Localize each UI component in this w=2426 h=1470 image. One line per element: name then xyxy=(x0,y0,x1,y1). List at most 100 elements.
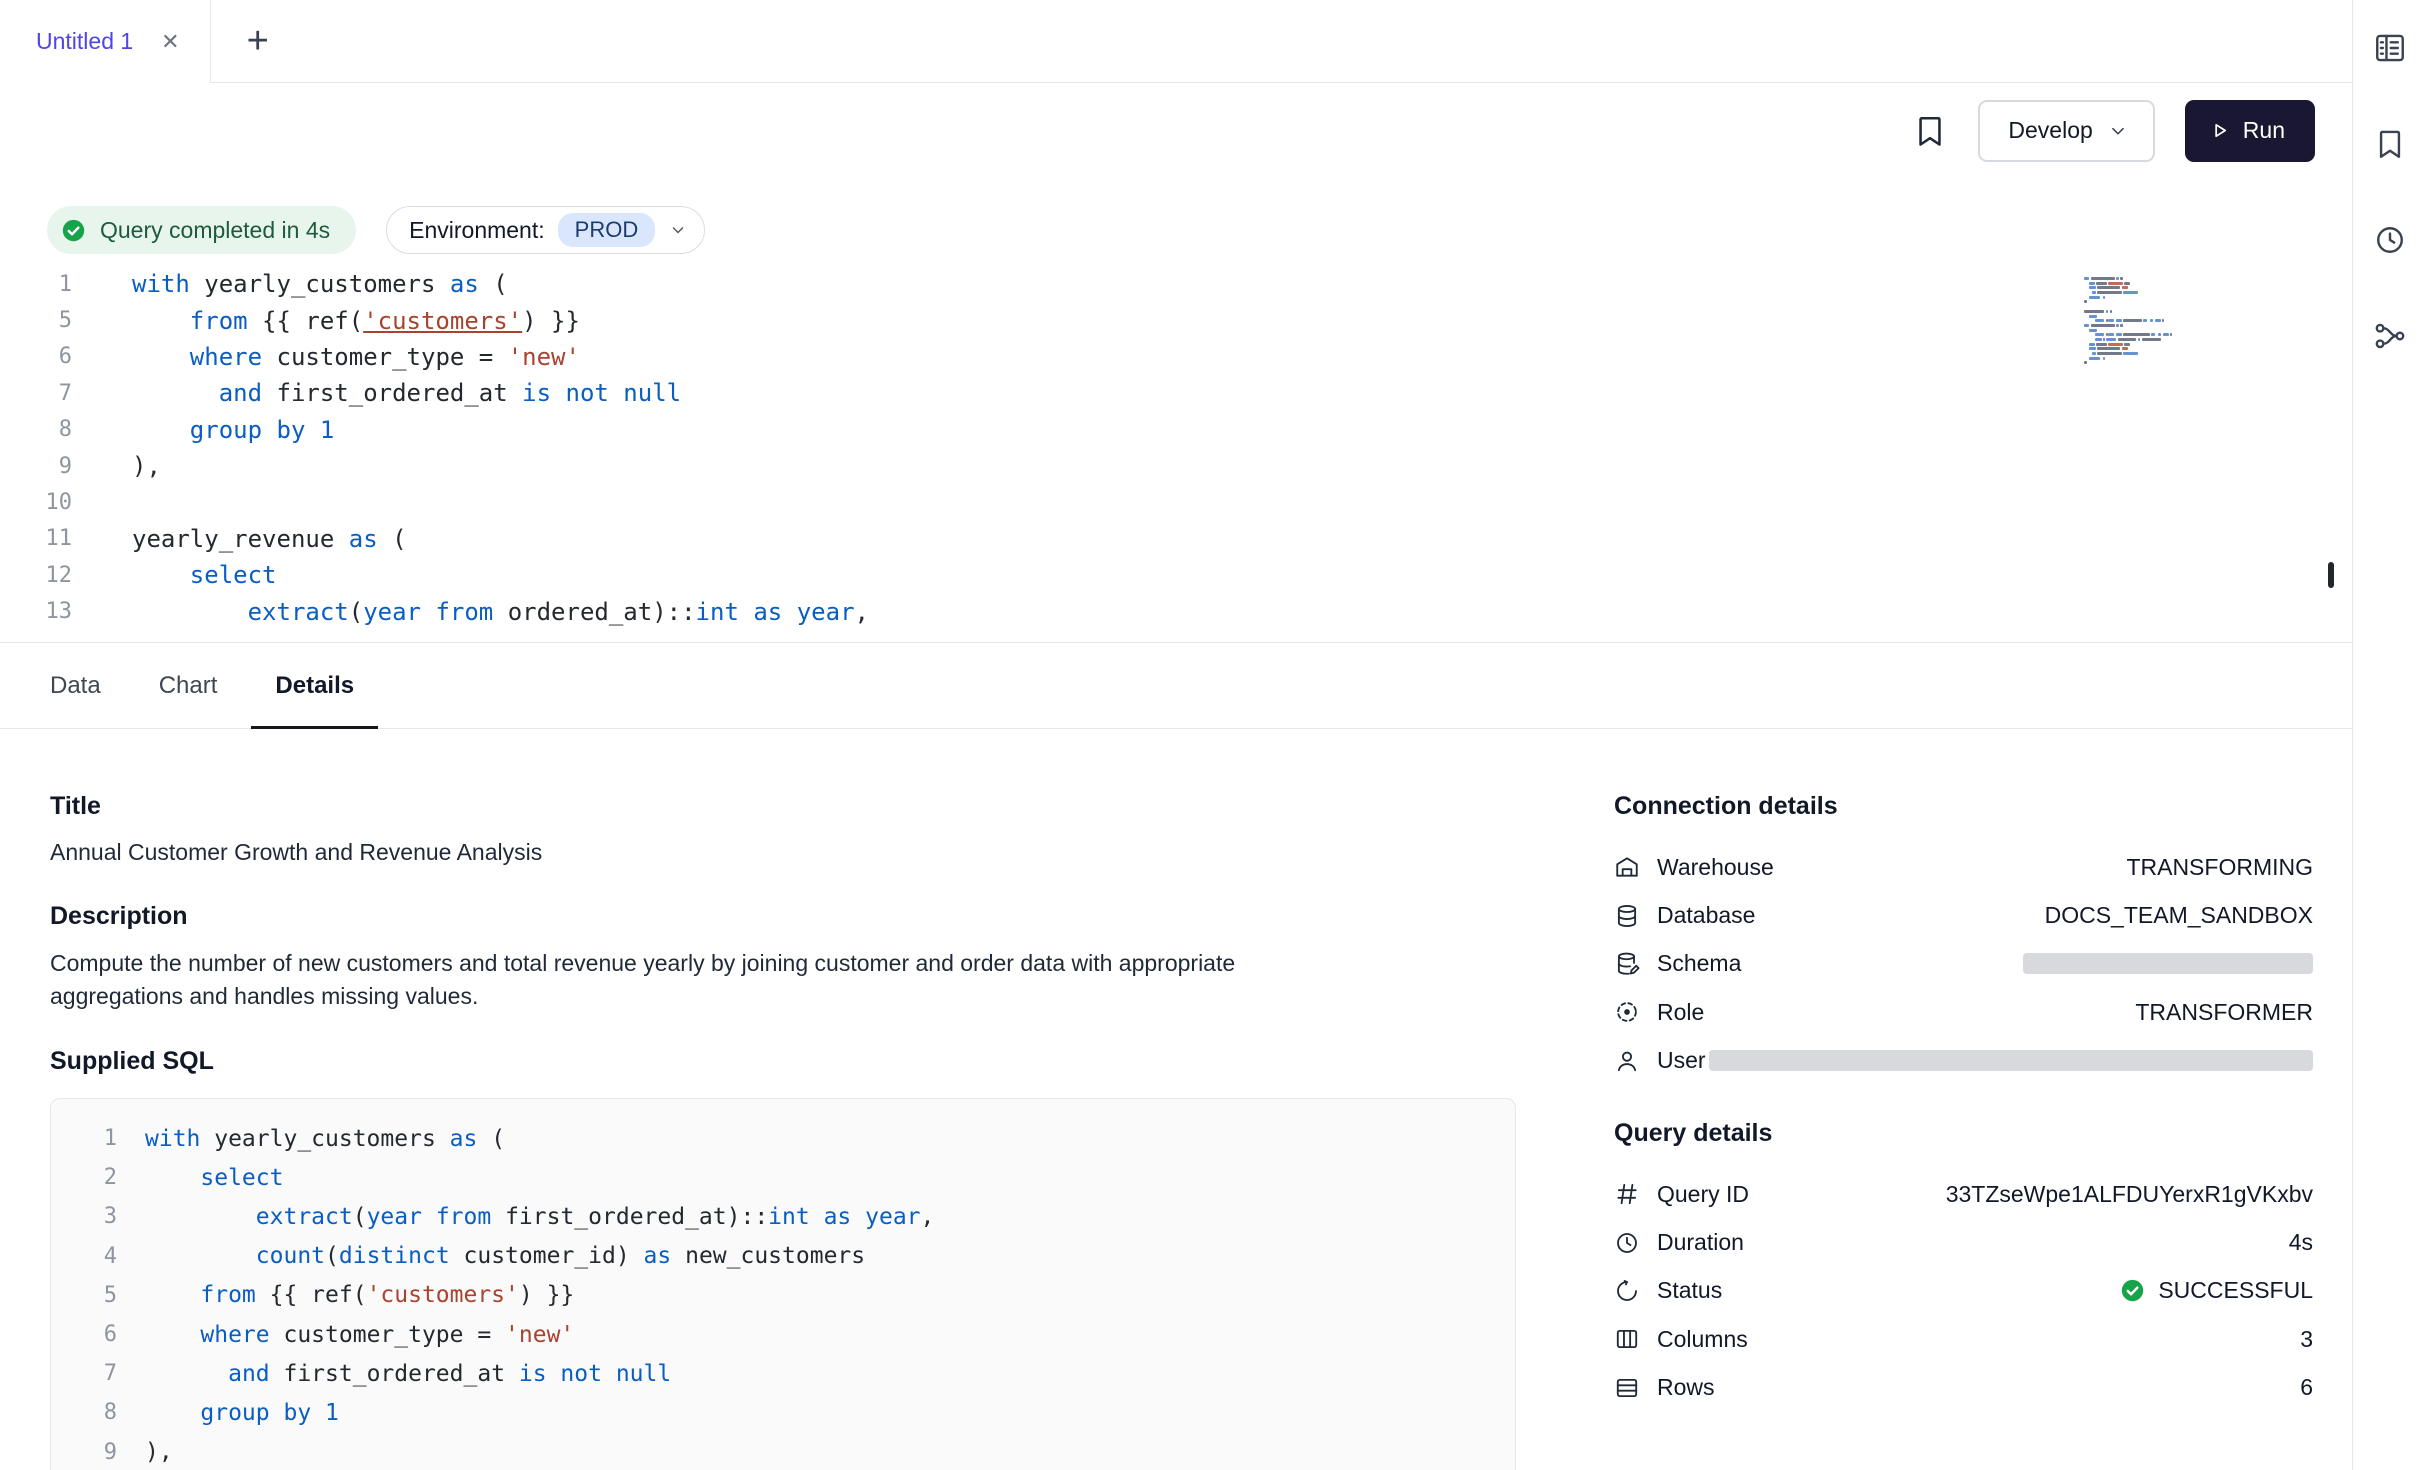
line-number: 7 xyxy=(0,381,72,406)
description-value: Compute the number of new customers and … xyxy=(50,947,1330,1013)
detail-label: Query ID xyxy=(1657,1181,1749,1208)
role-icon xyxy=(1614,999,1640,1025)
run-button[interactable]: Run xyxy=(2185,100,2315,162)
check-circle-icon xyxy=(60,217,87,244)
code-text: ), xyxy=(145,1439,173,1465)
environment-selector[interactable]: Environment: PROD xyxy=(386,206,705,254)
tab-chart[interactable]: Chart xyxy=(130,643,247,728)
detail-row: WarehouseTRANSFORMING xyxy=(1614,843,2313,891)
line-number: 9 xyxy=(77,1440,117,1465)
detail-value: 3 xyxy=(2300,1326,2313,1353)
query-status-badge: Query completed in 4s xyxy=(47,206,356,254)
code-text: extract(year from ordered_at)::int as ye… xyxy=(132,598,869,626)
code-line: 7 and first_ordered_at is not null xyxy=(0,375,2352,411)
code-text: where customer_type = 'new' xyxy=(132,343,580,371)
chevron-down-icon xyxy=(668,220,688,240)
code-line: 1 with yearly_customers as ( xyxy=(0,266,2352,302)
query-detail-rows: Query ID33TZseWpe1ALFDUYerxR1gVKxbvDurat… xyxy=(1614,1170,2313,1412)
detail-label: Duration xyxy=(1657,1229,1744,1256)
history-icon[interactable] xyxy=(2373,223,2407,257)
detail-label: Database xyxy=(1657,902,1755,929)
details-left-column: Title Annual Customer Growth and Revenue… xyxy=(50,792,1516,1470)
description-heading: Description xyxy=(50,902,1516,931)
detail-value: 6 xyxy=(2300,1374,2313,1401)
tab-data[interactable]: Data xyxy=(21,643,130,728)
environment-value-badge: PROD xyxy=(558,213,656,247)
code-text: group by 1 xyxy=(145,1400,339,1426)
line-numbers-icon[interactable] xyxy=(2373,31,2407,65)
code-line: 4 count(distinct customer_id) as new_cus… xyxy=(77,1237,1495,1276)
editor-scrollbar-thumb[interactable] xyxy=(2328,562,2334,588)
code-text: count(distinct customer_id) as new_custo… xyxy=(145,1243,865,1269)
detail-row: Rows 6 xyxy=(1614,1364,2313,1412)
line-number: 1 xyxy=(0,272,72,297)
sql-editor[interactable]: 1 with yearly_customers as ( 5 from {{ ref… xyxy=(0,254,2352,642)
lineage-icon[interactable] xyxy=(2373,319,2407,353)
line-number: 11 xyxy=(0,526,72,551)
code-line: 9), xyxy=(77,1433,1495,1470)
chevron-down-icon xyxy=(2107,120,2129,142)
detail-row: Status SUCCESSFUL xyxy=(1614,1267,2313,1315)
columns-icon xyxy=(1614,1326,1640,1352)
editor-minimap[interactable] xyxy=(2084,276,2204,370)
develop-button[interactable]: Develop xyxy=(1978,100,2154,162)
details-right-column: Connection details WarehouseTRANSFORMING… xyxy=(1614,792,2313,1470)
line-number: 1 xyxy=(77,1126,117,1151)
close-tab-icon[interactable]: ✕ xyxy=(161,29,179,55)
detail-label: Role xyxy=(1657,999,1704,1026)
code-line: 5 from {{ ref('customers') }} xyxy=(0,302,2352,338)
right-rail xyxy=(2352,0,2426,1470)
code-line: 11yearly_revenue as ( xyxy=(0,521,2352,557)
code-text: select xyxy=(132,561,277,589)
line-number: 6 xyxy=(77,1322,117,1347)
code-line: 5 from {{ ref('customers') }} xyxy=(77,1276,1495,1315)
detail-row: User xyxy=(1614,1037,2313,1085)
detail-label: Status xyxy=(1657,1277,1722,1304)
develop-label: Develop xyxy=(2008,117,2092,144)
tab-label: Untitled 1 xyxy=(36,28,133,55)
database-icon xyxy=(1614,903,1640,929)
code-text: group by 1 xyxy=(132,416,334,444)
detail-label: Rows xyxy=(1657,1374,1715,1401)
code-line: 3 extract(year from first_ordered_at)::i… xyxy=(77,1197,1495,1236)
detail-row: Duration4s xyxy=(1614,1218,2313,1266)
new-tab-button[interactable]: + xyxy=(247,22,269,60)
line-number: 10 xyxy=(0,490,72,515)
detail-value: SUCCESSFUL xyxy=(2119,1277,2313,1304)
code-line: 13 extract(year from ordered_at)::int as… xyxy=(0,594,2352,630)
code-line: 8 group by 1 xyxy=(0,412,2352,448)
code-line: 10 xyxy=(0,484,2352,520)
line-number: 12 xyxy=(0,563,72,588)
bookmark-icon[interactable] xyxy=(2373,127,2407,161)
detail-row: Query ID33TZseWpe1ALFDUYerxR1gVKxbv xyxy=(1614,1170,2313,1218)
redacted-value xyxy=(2023,953,2313,974)
code-line: 8 group by 1 xyxy=(77,1393,1495,1432)
line-number: 6 xyxy=(0,344,72,369)
code-text: from {{ ref('customers') }} xyxy=(132,307,580,335)
detail-value: DOCS_TEAM_SANDBOX xyxy=(2045,902,2313,929)
main-area: Untitled 1 ✕ + Develop Run Query complet… xyxy=(0,0,2352,1470)
tab-untitled-1[interactable]: Untitled 1 ✕ xyxy=(0,0,211,83)
tab-details[interactable]: Details xyxy=(246,643,383,728)
code-line: 6 where customer_type = 'new' xyxy=(0,339,2352,375)
detail-label: Schema xyxy=(1657,950,1741,977)
detail-value: TRANSFORMER xyxy=(2135,999,2313,1026)
run-label: Run xyxy=(2243,117,2285,144)
schema-icon xyxy=(1614,951,1640,977)
code-line: 6 where customer_type = 'new' xyxy=(77,1315,1495,1354)
detail-label: User xyxy=(1657,1047,1706,1074)
query-status-text: Query completed in 4s xyxy=(100,217,330,244)
bookmark-icon[interactable] xyxy=(1912,113,1948,149)
check-circle-icon xyxy=(2119,1277,2146,1304)
code-text: with yearly_customers as ( xyxy=(132,270,508,298)
editor-code: 1 with yearly_customers as ( 5 from {{ ref… xyxy=(0,266,2352,630)
warehouse-icon xyxy=(1614,854,1640,880)
hash-icon xyxy=(1614,1181,1640,1207)
line-number: 3 xyxy=(77,1204,117,1229)
detail-row: Database DOCS_TEAM_SANDBOX xyxy=(1614,891,2313,939)
supplied-sql-code: 1with yearly_customers as (2 select3 ext… xyxy=(50,1098,1516,1470)
environment-label: Environment: xyxy=(409,217,545,244)
redacted-value xyxy=(1709,1050,2313,1071)
line-number: 5 xyxy=(77,1283,117,1308)
line-number: 5 xyxy=(0,308,72,333)
